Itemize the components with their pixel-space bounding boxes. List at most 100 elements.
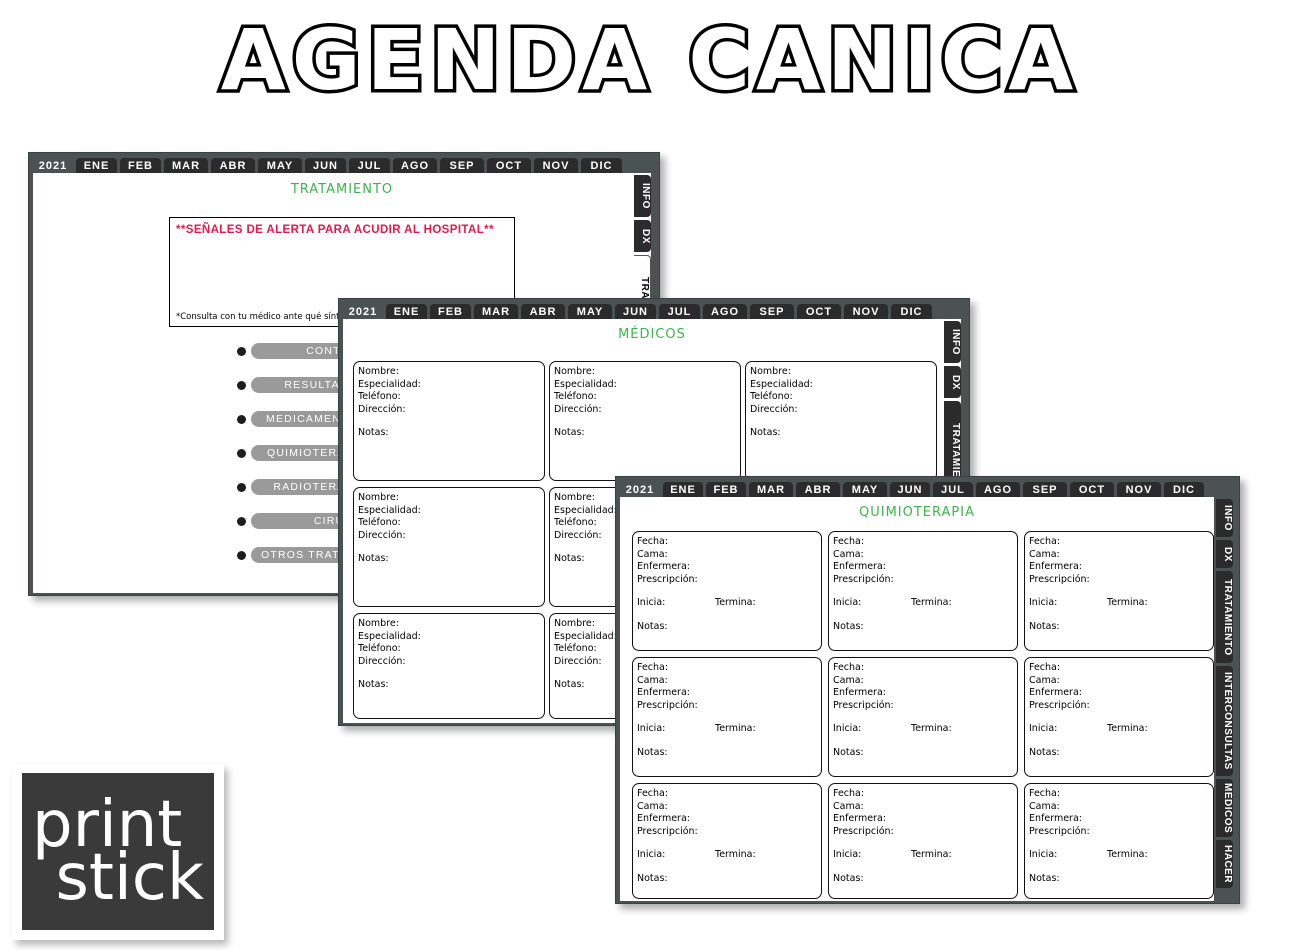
month-tab-sep[interactable]: SEP bbox=[440, 157, 484, 175]
chemo-card[interactable]: Fecha: Cama: Enfermera: Prescripción: In… bbox=[828, 657, 1018, 777]
month-tab-abr[interactable]: ABR bbox=[521, 303, 565, 321]
side-tab-dx[interactable]: DX bbox=[944, 366, 961, 398]
field-enfermera: Enfermera: bbox=[1029, 687, 1082, 699]
field-cama: Cama: bbox=[637, 800, 668, 812]
bullet-icon bbox=[237, 550, 246, 560]
month-tab-oct[interactable]: OCT bbox=[487, 157, 531, 175]
field-cama: Cama: bbox=[833, 674, 864, 686]
month-tab-jul[interactable]: JUL bbox=[349, 157, 390, 175]
field-notas: Notas: bbox=[833, 746, 864, 758]
month-tab-may[interactable]: MAY bbox=[843, 481, 887, 499]
field-telefono: Teléfono: bbox=[358, 391, 401, 403]
field-fecha: Fecha: bbox=[637, 662, 669, 673]
month-tab-dic[interactable]: DIC bbox=[581, 157, 622, 175]
chemo-card[interactable]: Fecha: Cama: Enfermera: Prescripción: In… bbox=[828, 531, 1018, 651]
month-tab-dic[interactable]: DIC bbox=[1164, 481, 1204, 499]
month-tab-jun[interactable]: JUN bbox=[305, 157, 346, 175]
chemo-card[interactable]: Fecha: Cama: Enfermera: Prescripción: In… bbox=[828, 783, 1018, 899]
month-tab-abr[interactable]: ABR bbox=[211, 157, 255, 175]
printstick-logo[interactable]: print stick bbox=[12, 764, 224, 940]
field-enfermera: Enfermera: bbox=[1029, 561, 1082, 573]
logo-line-stick: stick bbox=[55, 840, 204, 915]
month-tab-oct[interactable]: OCT bbox=[797, 303, 841, 321]
page-title: AGENDA CANICA bbox=[217, 11, 1080, 109]
field-telefono: Teléfono: bbox=[750, 391, 793, 403]
month-tab-feb[interactable]: FEB bbox=[706, 481, 746, 499]
field-prescripcion: Prescripción: bbox=[833, 825, 894, 837]
card-quimioterapia[interactable]: 2021 ENE FEB MAR ABR MAY JUN JUL AGO SEP… bbox=[615, 476, 1240, 904]
bullet-icon bbox=[237, 448, 246, 458]
month-tab-ene[interactable]: ENE bbox=[76, 157, 117, 175]
field-notas: Notas: bbox=[1029, 620, 1060, 632]
side-tab-tratamiento[interactable]: TRATAMIENTO bbox=[1216, 571, 1233, 663]
field-especialidad: Especialidad: bbox=[554, 378, 617, 390]
month-tab-mar[interactable]: MAR bbox=[164, 157, 208, 175]
chemo-card[interactable]: Fecha: Cama: Enfermera: Prescripción: In… bbox=[1024, 657, 1214, 777]
month-tab-oct[interactable]: OCT bbox=[1070, 481, 1114, 499]
month-tab-year[interactable]: 2021 bbox=[343, 304, 383, 321]
month-tab-ago[interactable]: AGO bbox=[393, 157, 437, 175]
month-tab-nov[interactable]: NOV bbox=[844, 303, 888, 321]
side-tab-medicos[interactable]: MÉDICOS bbox=[1216, 779, 1233, 837]
field-telefono: Teléfono: bbox=[554, 391, 597, 403]
month-tab-ene[interactable]: ENE bbox=[663, 481, 703, 499]
side-tab-info[interactable]: INFO bbox=[634, 175, 651, 217]
month-tab-nov[interactable]: NOV bbox=[534, 157, 578, 175]
side-tab-interconsultas[interactable]: INTERCONSULTAS bbox=[1216, 666, 1233, 776]
month-tab-ago[interactable]: AGO bbox=[703, 303, 747, 321]
month-tab-ene[interactable]: ENE bbox=[386, 303, 427, 321]
field-termina: Termina: bbox=[1107, 849, 1148, 861]
side-tab-dx[interactable]: DX bbox=[634, 220, 651, 252]
month-tab-sep[interactable]: SEP bbox=[1023, 481, 1067, 499]
month-tab-mar[interactable]: MAR bbox=[474, 303, 518, 321]
month-tab-feb[interactable]: FEB bbox=[120, 157, 161, 175]
doctor-card[interactable]: Nombre: Especialidad: Teléfono: Direcció… bbox=[745, 361, 937, 481]
chemo-card[interactable]: Fecha: Cama: Enfermera: Prescripción: In… bbox=[632, 657, 822, 777]
chemo-card[interactable]: Fecha: Cama: Enfermera: Prescripción: In… bbox=[1024, 531, 1214, 651]
month-tab-jun[interactable]: JUN bbox=[615, 303, 656, 321]
month-tab-ago[interactable]: AGO bbox=[976, 481, 1020, 499]
doctor-card[interactable]: Nombre: Especialidad: Teléfono: Direcció… bbox=[353, 613, 545, 719]
doctor-card[interactable]: Nombre: Especialidad: Teléfono: Direcció… bbox=[353, 487, 545, 607]
chemo-card[interactable]: Fecha: Cama: Enfermera: Prescripción: In… bbox=[632, 783, 822, 899]
card3-side-tabs[interactable]: INFO DX TRATAMIENTO INTERCONSULTAS MÉDIC… bbox=[1216, 499, 1234, 891]
month-tab-jul[interactable]: JUL bbox=[659, 303, 700, 321]
field-prescripcion: Prescripción: bbox=[637, 825, 698, 837]
month-tab-dic[interactable]: DIC bbox=[891, 303, 932, 321]
month-tab-abr[interactable]: ABR bbox=[796, 481, 840, 499]
side-tab-hacer[interactable]: HACER bbox=[1216, 840, 1233, 888]
doctor-card[interactable]: Nombre: Especialidad: Teléfono: Direcció… bbox=[353, 361, 545, 481]
side-tab-info[interactable]: INFO bbox=[944, 321, 961, 363]
field-nombre: Nombre: bbox=[358, 618, 399, 629]
month-tab-sep[interactable]: SEP bbox=[750, 303, 794, 321]
field-inicia: Inicia: bbox=[833, 723, 862, 735]
month-tab-year[interactable]: 2021 bbox=[620, 482, 660, 499]
month-tab-jun[interactable]: JUN bbox=[890, 481, 930, 499]
chemo-card[interactable]: Fecha: Cama: Enfermera: Prescripción: In… bbox=[1024, 783, 1214, 899]
month-tab-year[interactable]: 2021 bbox=[33, 158, 73, 175]
field-inicia-termina: Inicia: Termina: bbox=[833, 723, 1017, 736]
month-tab-nov[interactable]: NOV bbox=[1117, 481, 1161, 499]
month-tab-may[interactable]: MAY bbox=[258, 157, 302, 175]
doctor-card[interactable]: Nombre: Especialidad: Teléfono: Direcció… bbox=[549, 361, 741, 481]
month-tab-feb[interactable]: FEB bbox=[430, 303, 471, 321]
side-tab-dx[interactable]: DX bbox=[1216, 540, 1233, 568]
month-tab-jul[interactable]: JUL bbox=[933, 481, 973, 499]
field-inicia: Inicia: bbox=[637, 597, 666, 609]
chemo-card[interactable]: Fecha: Cama: Enfermera: Prescripción: In… bbox=[632, 531, 822, 651]
side-tab-info[interactable]: INFO bbox=[1216, 499, 1233, 537]
field-inicia-termina: Inicia: Termina: bbox=[833, 849, 1017, 862]
month-tab-may[interactable]: MAY bbox=[568, 303, 612, 321]
field-inicia: Inicia: bbox=[637, 849, 666, 861]
card3-body: QUIMIOTERAPIA Fecha: Cama: Enfermera: Pr… bbox=[620, 497, 1214, 901]
field-especialidad: Especialidad: bbox=[358, 504, 421, 516]
field-nombre: Nombre: bbox=[750, 366, 791, 377]
month-tab-mar[interactable]: MAR bbox=[749, 481, 793, 499]
